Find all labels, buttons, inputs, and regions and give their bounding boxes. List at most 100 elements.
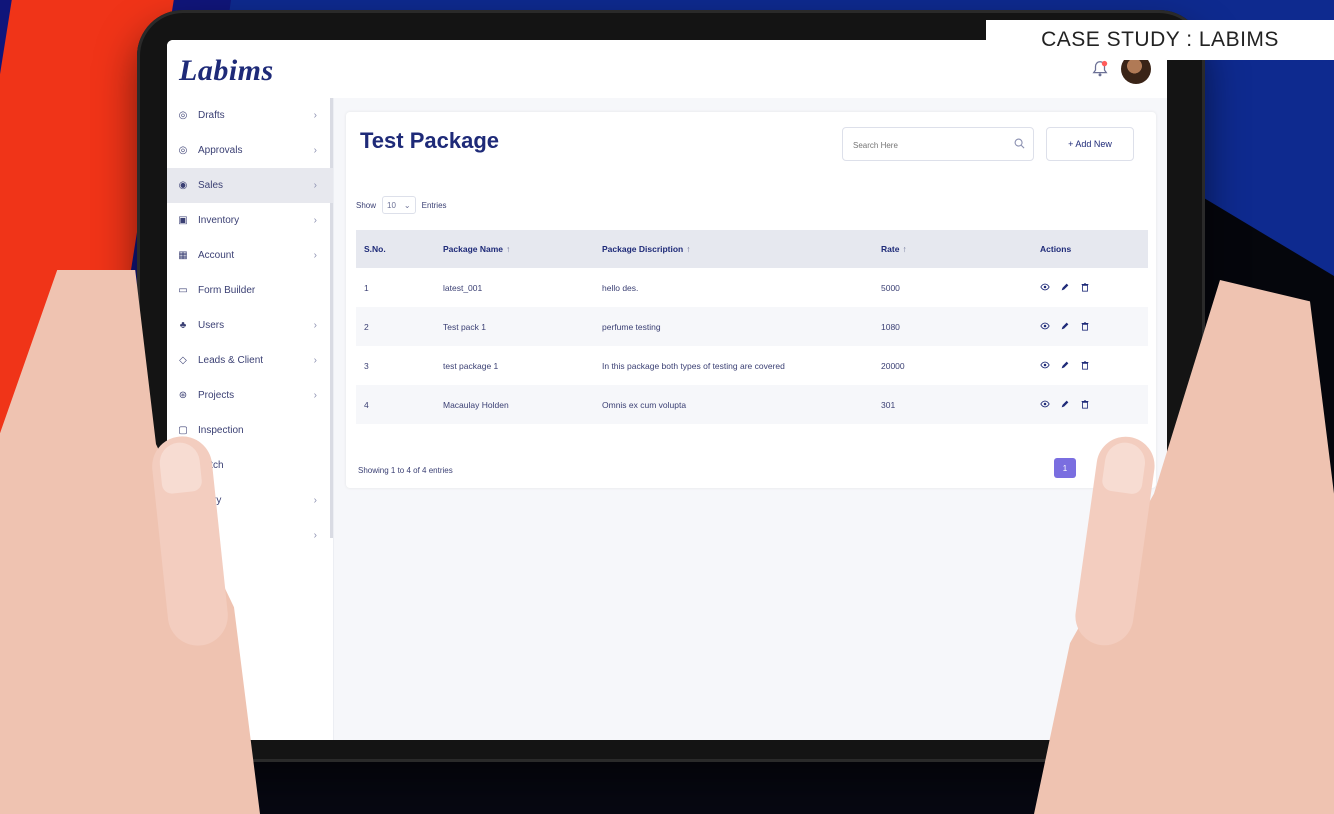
sidebar-item-label: Sales — [198, 180, 224, 191]
view-icon[interactable] — [1040, 321, 1050, 333]
sidebar-item-label: Account — [198, 250, 235, 261]
sidebar-item-approvals[interactable]: ◎ Approvals › — [167, 133, 333, 168]
header-actions: Actions — [1040, 244, 1072, 254]
sidebar-item-projects[interactable]: ⊛ Projects › — [167, 378, 333, 413]
main-content: Test Package + Add New Show 10 ⌄ Entri — [334, 98, 1167, 740]
case-study-label: CASE STUDY : LABIMS — [986, 20, 1334, 60]
sidebar-item-label: Inspection — [198, 425, 244, 436]
header-package-name[interactable]: Package Name ↑ — [435, 230, 594, 268]
form-icon: ▭ — [178, 285, 188, 296]
entries-select-value: 10 — [387, 200, 396, 210]
sidebar-item-label: Leads & Client — [198, 355, 264, 366]
page-title: Test Package — [360, 128, 500, 153]
sidebar-item-label: Form Builder — [198, 285, 256, 296]
handshake-icon: ◇ — [179, 355, 187, 366]
chevron-down-icon: ⌄ — [403, 200, 411, 210]
cell-rate: 5000 — [881, 282, 900, 293]
cell-rate: 1080 — [881, 321, 900, 332]
right-thumbnail — [1101, 440, 1148, 496]
chevron-right-icon: › — [313, 215, 317, 226]
cell-sno: 3 — [364, 360, 369, 371]
delete-icon[interactable] — [1080, 282, 1090, 294]
show-entries-control: Show 10 ⌄ Entries — [356, 196, 447, 214]
chevron-right-icon: › — [313, 530, 317, 541]
tablet-screen: Labims ◎ Drafts › ◎ Approvals › ◉ Sales › ▣ Invent… — [167, 40, 1167, 740]
chevron-right-icon: › — [313, 320, 317, 331]
chevron-right-icon: › — [313, 110, 317, 121]
sidebar-item-users[interactable]: ♣ Users › — [167, 308, 333, 343]
approval-icon: ◎ — [178, 145, 188, 156]
cell-sno: 1 — [364, 282, 369, 293]
projects-icon: ⊛ — [178, 390, 188, 401]
inspection-icon: ▢ — [178, 425, 188, 436]
table-row: 1 latest_001 hello des. 5000 — [356, 268, 1148, 307]
sidebar-item-leads-client[interactable]: ◇ Leads & Client › — [167, 343, 333, 378]
delete-icon[interactable] — [1080, 360, 1090, 372]
edit-icon[interactable] — [1060, 282, 1070, 294]
sidebar-item-label: Users — [198, 320, 225, 331]
draft-icon: ◎ — [178, 110, 188, 121]
view-icon[interactable] — [1040, 360, 1050, 372]
search-input[interactable] — [843, 128, 1005, 162]
cell-rate: 20000 — [881, 360, 905, 371]
cell-description: hello des. — [602, 282, 639, 293]
cell-description: Omnis ex cum volupta — [602, 399, 687, 410]
chevron-right-icon: › — [313, 355, 317, 366]
cell-name: latest_001 — [443, 282, 483, 293]
view-icon[interactable] — [1040, 399, 1050, 411]
sidebar-item-sales[interactable]: ◉ Sales › — [167, 168, 333, 203]
delete-icon[interactable] — [1080, 321, 1090, 333]
sidebar-item-drafts[interactable]: ◎ Drafts › — [167, 98, 333, 133]
chevron-right-icon: › — [313, 495, 317, 506]
cell-name: Macaulay Holden — [443, 399, 509, 410]
cell-actions — [1032, 385, 1148, 424]
sidebar-item-label: Inventory — [198, 215, 240, 226]
calendar-icon: ▣ — [178, 215, 188, 226]
sidebar-item-form-builder[interactable]: ▭ Form Builder — [167, 273, 333, 308]
users-icon: ♣ — [179, 320, 187, 331]
edit-icon[interactable] — [1060, 360, 1070, 372]
eye-icon: ◉ — [178, 180, 188, 191]
entries-select[interactable]: 10 ⌄ — [382, 196, 416, 214]
pagination-page-button[interactable]: 1 — [1054, 458, 1076, 478]
chevron-right-icon: › — [313, 145, 317, 156]
cell-name: Test pack 1 — [443, 321, 486, 332]
sidebar-item-label: Approvals — [198, 145, 243, 156]
cell-description: perfume testing — [602, 321, 661, 332]
sidebar-item-label: Drafts — [198, 110, 225, 121]
add-new-button[interactable]: + Add New — [1046, 127, 1134, 161]
table-footer-info: Showing 1 to 4 of 4 entries — [358, 466, 453, 475]
search-box[interactable] — [842, 127, 1034, 162]
table-row: 2 Test pack 1 perfume testing 1080 — [356, 307, 1148, 346]
notification-bell-icon[interactable] — [1091, 60, 1109, 78]
cell-sno: 4 — [364, 399, 369, 410]
sidebar-item-inventory[interactable]: ▣ Inventory › — [167, 203, 333, 238]
sort-icon: ↑ — [686, 244, 691, 254]
app-logo[interactable]: Labims — [179, 54, 274, 88]
building-icon: ▦ — [178, 250, 188, 261]
cell-actions — [1032, 307, 1148, 346]
cell-rate: 301 — [881, 399, 896, 410]
cell-actions — [1032, 268, 1148, 307]
edit-icon[interactable] — [1060, 399, 1070, 411]
sidebar-item-account[interactable]: ▦ Account › — [167, 238, 333, 273]
package-table: S.No. Package Name ↑ Package Discription ↑… — [356, 230, 1148, 424]
cell-sno: 2 — [364, 321, 369, 332]
package-card: Test Package + Add New Show 10 ⌄ Entri — [346, 112, 1156, 488]
chevron-right-icon: › — [313, 390, 317, 401]
header-rate[interactable]: Rate ↑ — [873, 230, 1032, 268]
view-icon[interactable] — [1040, 282, 1050, 294]
header-sno[interactable]: S.No. — [356, 230, 435, 268]
sidebar-item-label: Projects — [198, 390, 235, 401]
edit-icon[interactable] — [1060, 321, 1070, 333]
delete-icon[interactable] — [1080, 399, 1090, 411]
table-row: 3 test package 1 In this package both type… — [356, 346, 1148, 385]
chevron-right-icon: › — [313, 180, 317, 191]
chevron-right-icon: › — [313, 250, 317, 261]
tablet-device: Labims ◎ Drafts › ◎ Approvals › ◉ Sales › ▣ Invent… — [137, 10, 1205, 762]
sort-icon: ↑ — [506, 244, 511, 254]
table-row: 4 Macaulay Holden Omnis ex cum volupta 301 — [356, 385, 1148, 424]
header-package-description[interactable]: Package Discription ↑ — [594, 230, 873, 268]
cell-name: test package 1 — [443, 360, 499, 371]
search-icon[interactable] — [1014, 138, 1025, 149]
